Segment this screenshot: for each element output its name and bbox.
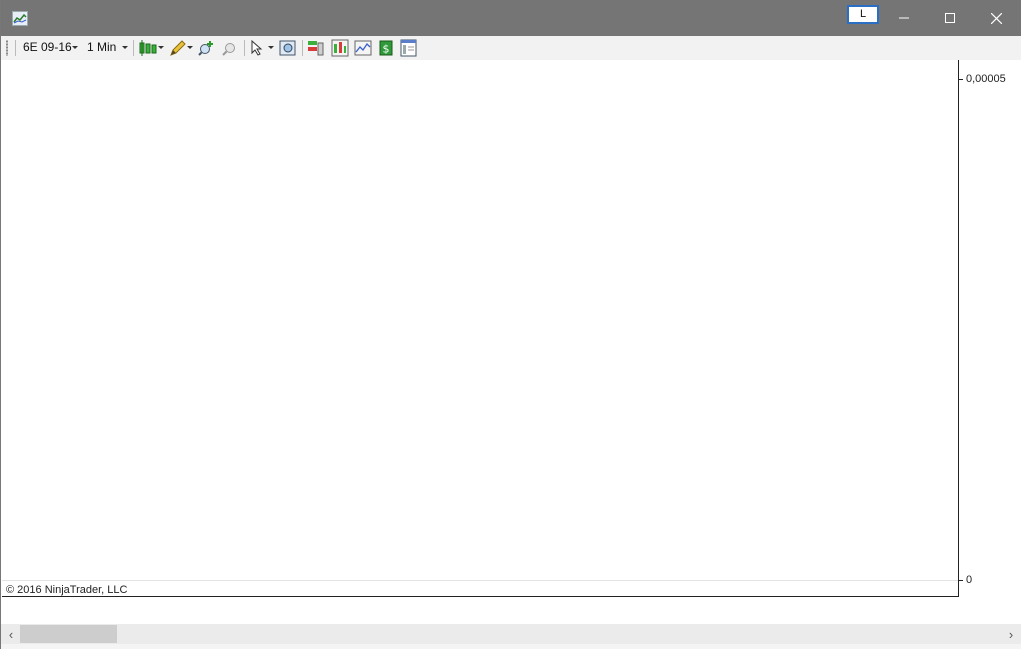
pencil-draw-icon[interactable]	[169, 39, 187, 57]
chart-style-chevron-down-icon[interactable]	[158, 46, 164, 49]
minimize-icon	[899, 17, 909, 19]
close-icon	[990, 12, 1002, 24]
toolbar-separator	[15, 40, 16, 56]
y-axis-label-max: 0,00005	[966, 73, 1006, 85]
candlestick-icon[interactable]	[139, 39, 157, 57]
interval-selector[interactable]: 1 Min	[87, 40, 116, 54]
zoom-in-icon[interactable]	[198, 39, 216, 57]
title-bar[interactable]: L	[1, 0, 1021, 36]
pointer-chevron-down-icon[interactable]	[268, 46, 274, 49]
horizontal-scrollbar[interactable]: ‹ ›	[1, 624, 1021, 644]
chart-baseline	[2, 580, 958, 581]
maximize-icon	[945, 13, 955, 23]
drawing-tools-chevron-down-icon[interactable]	[187, 46, 193, 49]
y-axis-tick-top	[958, 79, 963, 80]
chart-window: L 6E 09-16 1 Min $ © 2016 NinjaTrader, L…	[0, 0, 1021, 649]
bar-chart-icon[interactable]	[331, 39, 349, 57]
minimize-button[interactable]	[881, 0, 927, 36]
link-button[interactable]: L	[847, 5, 879, 24]
scrollbar-thumb[interactable]	[20, 625, 117, 643]
chart-panel[interactable]	[2, 60, 959, 597]
zoom-out-icon[interactable]	[221, 39, 239, 57]
toolbar-separator	[244, 40, 245, 56]
scroll-right-arrow-icon[interactable]: ›	[1003, 624, 1019, 644]
svg-text:$: $	[383, 43, 390, 56]
window-bottom-edge	[1, 644, 1021, 649]
instrument-selector[interactable]: 6E 09-16	[23, 40, 72, 54]
properties-icon[interactable]	[400, 39, 418, 57]
y-axis-label-zero: 0	[966, 574, 973, 586]
toolbar-grip[interactable]	[6, 40, 8, 56]
chart-trader-icon[interactable]	[307, 39, 325, 57]
copyright-text: © 2016 NinjaTrader, LLC	[6, 584, 128, 596]
pointer-icon[interactable]	[250, 39, 268, 57]
interval-chevron-down-icon[interactable]	[122, 46, 128, 49]
instrument-chevron-down-icon[interactable]	[72, 46, 78, 49]
close-button[interactable]	[973, 0, 1019, 36]
data-box-icon[interactable]	[279, 39, 297, 57]
chart-toolbar: 6E 09-16 1 Min $	[1, 36, 1021, 60]
toolbar-separator	[133, 40, 134, 56]
scroll-left-arrow-icon[interactable]: ‹	[3, 624, 19, 644]
line-chart-icon[interactable]	[354, 39, 372, 57]
chart-app-icon	[12, 11, 28, 26]
y-axis-tick-bottom	[958, 580, 963, 581]
dollar-icon[interactable]: $	[377, 39, 395, 57]
maximize-button[interactable]	[927, 0, 973, 36]
toolbar-separator	[302, 40, 303, 56]
